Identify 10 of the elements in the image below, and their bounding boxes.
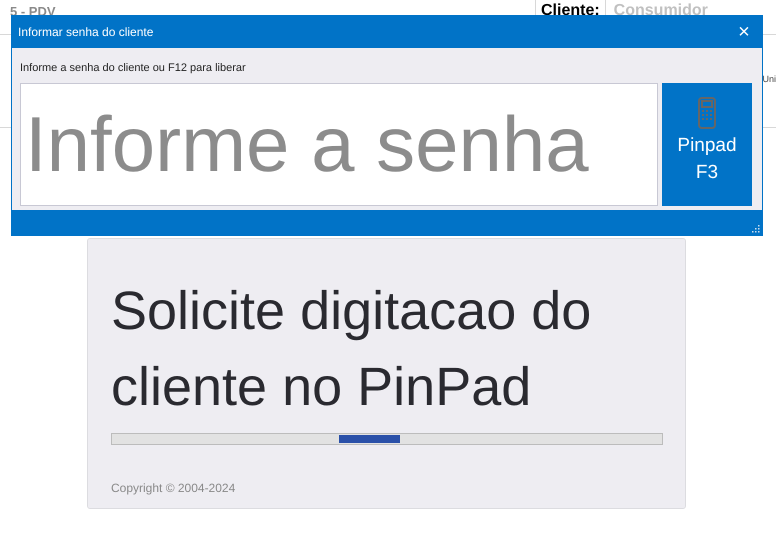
pinpad-button[interactable]: Pinpad F3 <box>662 82 752 206</box>
password-field[interactable]: Informe a senha <box>20 82 658 206</box>
dialog-title: Informar senha do cliente <box>18 24 154 41</box>
copyright-text: Copyright © 2004-2024 <box>111 480 236 497</box>
resize-grip-icon[interactable] <box>752 225 760 233</box>
card-terminal-icon <box>697 96 717 128</box>
status-message: Solicite digitacao do cliente no PinPad <box>111 280 592 419</box>
client-label: Cliente: <box>540 1 601 21</box>
prompt-text: Informe a senha do cliente ou F12 para liberar <box>20 61 247 76</box>
column-header: Uni <box>762 73 776 86</box>
